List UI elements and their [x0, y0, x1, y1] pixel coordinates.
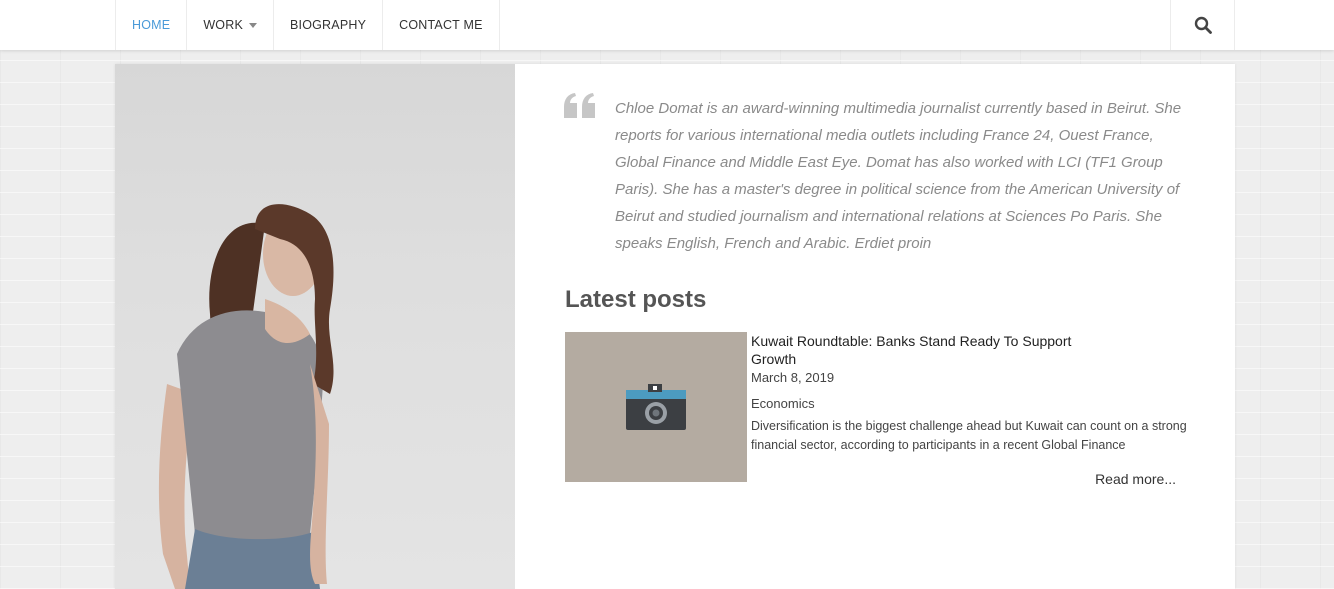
portrait-photo: [115, 64, 515, 589]
nav-item-work-label: WORK: [203, 18, 243, 32]
nav-item-home[interactable]: HOME: [115, 0, 186, 50]
nav-item-work[interactable]: WORK: [186, 0, 273, 50]
post-thumbnail[interactable]: [565, 332, 747, 482]
post-title-link[interactable]: Kuwait Roundtable: Banks Stand Ready To …: [751, 332, 1101, 368]
latest-posts-heading: Latest posts: [565, 286, 707, 313]
biography-text: Chloe Domat is an award-winning multimed…: [615, 100, 1182, 252]
nav-item-biography[interactable]: BIOGRAPHY: [273, 0, 382, 50]
post-category-link[interactable]: Economics: [751, 396, 815, 411]
read-more-link[interactable]: Read more...: [1095, 471, 1176, 487]
post-excerpt: Diversification is the biggest challenge…: [751, 419, 1187, 452]
nav-item-contact-me-label: CONTACT ME: [399, 18, 483, 32]
search-icon: [1194, 16, 1212, 34]
quote-icon: [564, 93, 595, 118]
main-menu: HOME WORK BIOGRAPHY CONTACT ME: [115, 0, 500, 50]
camera-icon: [626, 384, 686, 430]
search-button[interactable]: [1170, 0, 1235, 50]
post-date: March 8, 2019: [751, 370, 835, 385]
chevron-down-icon: [249, 22, 257, 28]
profile-card: Chloe Domat is an award-winning multimed…: [115, 64, 1235, 589]
nav-item-biography-label: BIOGRAPHY: [290, 18, 367, 32]
nav-item-home-label: HOME: [132, 18, 171, 32]
nav-item-contact-me[interactable]: CONTACT ME: [382, 0, 500, 50]
top-navigation-bar: HOME WORK BIOGRAPHY CONTACT ME: [0, 0, 1334, 50]
